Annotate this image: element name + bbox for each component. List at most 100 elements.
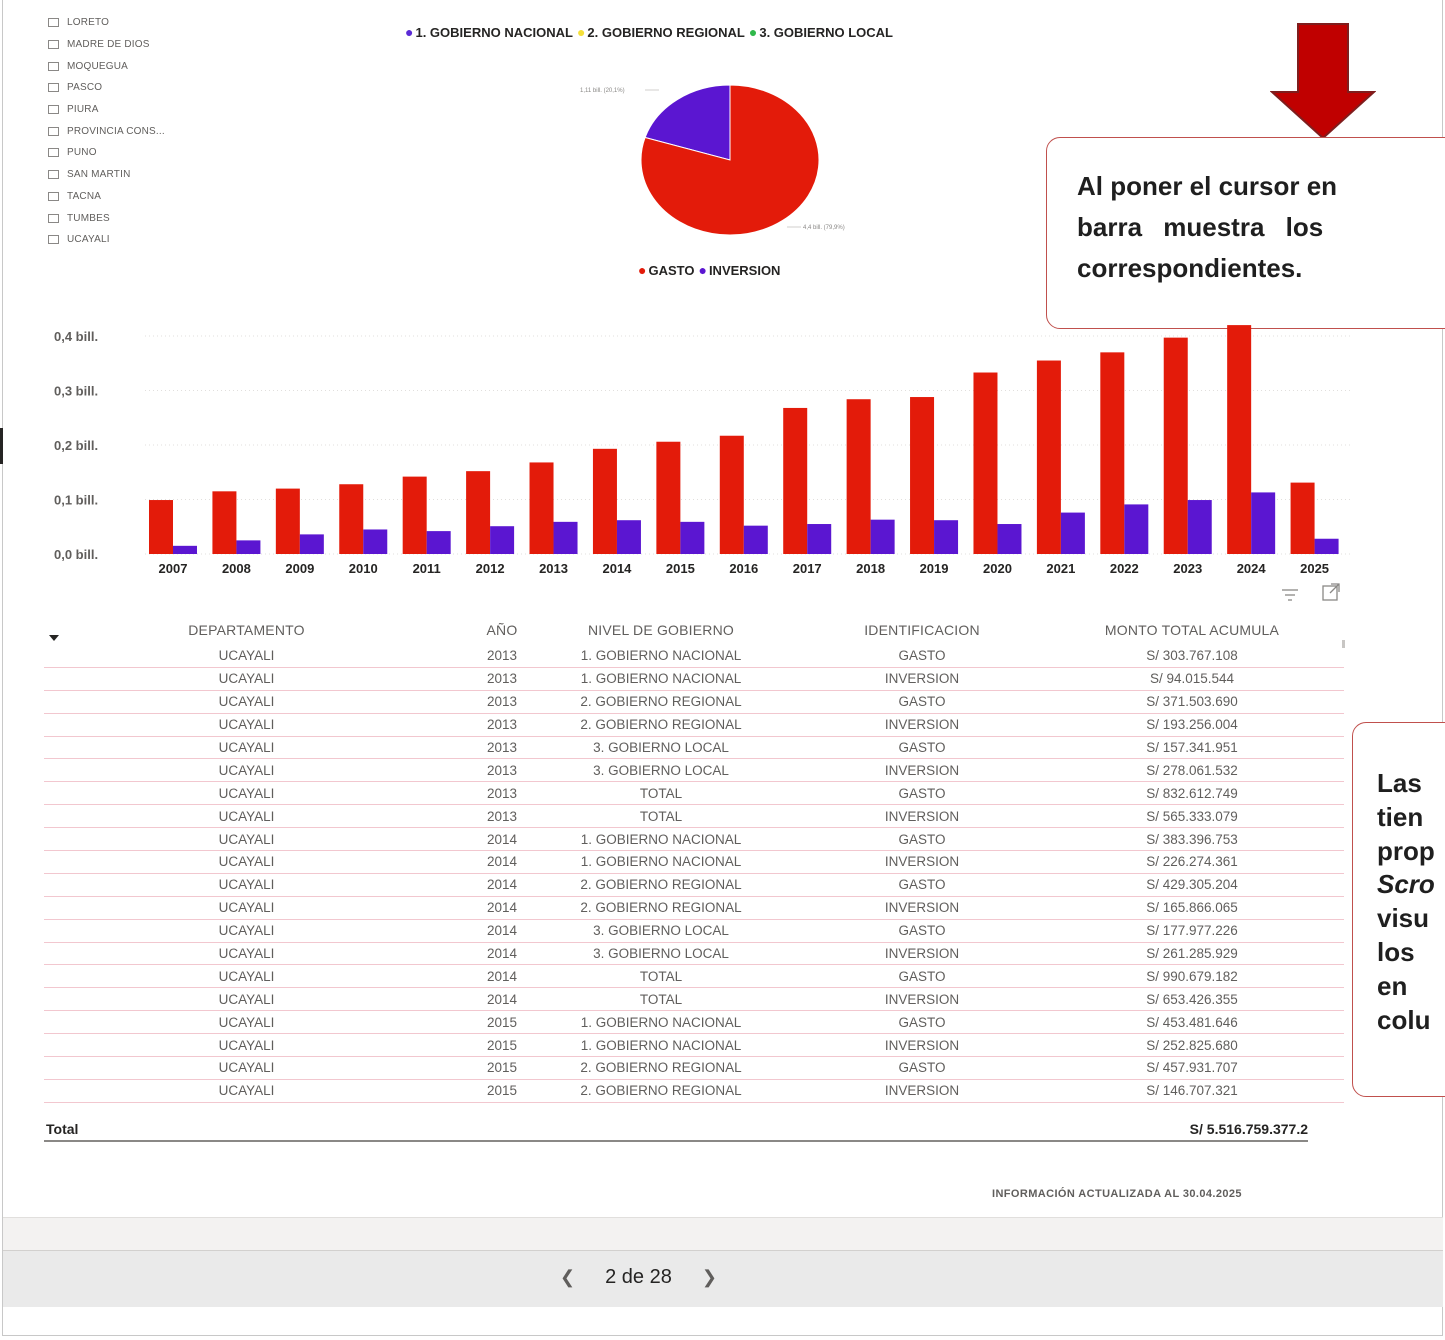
slicer-item[interactable]: TUMBES [48, 207, 248, 229]
bar-inversion[interactable] [236, 540, 261, 554]
bar-inversion[interactable] [1187, 500, 1212, 554]
slicer-item[interactable]: PROVINCIA CONS... [48, 120, 248, 142]
bar-gasto[interactable] [719, 435, 744, 554]
bar-inversion[interactable] [1251, 492, 1276, 554]
bar-inversion[interactable] [173, 545, 197, 554]
bar-inversion[interactable] [553, 521, 578, 554]
checkbox-icon[interactable] [48, 18, 59, 28]
table-row[interactable]: UCAYALI 2013 TOTAL INVERSION S/ 565.333.079 [44, 805, 1344, 829]
column-header[interactable]: AÑO [449, 622, 555, 638]
bar-gasto[interactable] [466, 471, 491, 554]
bar-inversion[interactable] [680, 521, 705, 554]
column-header[interactable]: NIVEL DE GOBIERNO [555, 622, 767, 638]
checkbox-icon[interactable] [48, 83, 59, 93]
checkbox-icon[interactable] [48, 213, 59, 223]
column-header[interactable]: DEPARTAMENTO [44, 622, 449, 638]
bar-gasto[interactable] [910, 397, 935, 554]
slicer-item[interactable]: SAN MARTIN [48, 164, 248, 186]
table-row[interactable]: UCAYALI 2015 1. GOBIERNO NACIONAL GASTO S/ 4… [44, 1011, 1344, 1035]
bar-gasto[interactable] [1036, 360, 1061, 554]
bar-chart[interactable]: 0,0 bill. 0,1 bill. 0,2 bill. 0,3 bill. 0,4 … [40, 318, 1360, 580]
checkbox-icon[interactable] [48, 126, 59, 136]
checkbox-icon[interactable] [48, 61, 59, 71]
department-slicer[interactable]: LORETO MADRE DE DIOS MOQUEGUA PASCO PIURA PRO… [48, 12, 248, 251]
legend-item[interactable]: 2. GOBIERNO REGIONAL [587, 25, 744, 40]
checkbox-icon[interactable] [48, 170, 59, 180]
bar-inversion[interactable] [807, 524, 832, 554]
bar-inversion[interactable] [1060, 512, 1085, 554]
bar-inversion[interactable] [426, 531, 451, 554]
checkbox-icon[interactable] [48, 191, 59, 201]
bar-inversion[interactable] [870, 519, 895, 554]
table-row[interactable]: UCAYALI 2013 3. GOBIERNO LOCAL GASTO S/ 157.… [44, 737, 1344, 760]
bar-gasto[interactable] [529, 462, 554, 554]
table-row[interactable]: UCAYALI 2014 2. GOBIERNO REGIONAL INVERSION… [44, 897, 1344, 920]
slicer-item[interactable]: UCAYALI [48, 229, 248, 251]
legend-item[interactable]: 3. GOBIERNO LOCAL [759, 25, 893, 40]
checkbox-icon[interactable] [48, 105, 59, 115]
bar-gasto[interactable] [1227, 325, 1252, 554]
chevron-right-icon[interactable]: ❯ [702, 1267, 717, 1288]
table-row[interactable]: UCAYALI 2014 TOTAL INVERSION S/ 653.426.355 [44, 988, 1344, 1012]
bar-inversion[interactable] [1314, 538, 1339, 554]
table-row[interactable]: UCAYALI 2014 3. GOBIERNO LOCAL GASTO S/ 177.… [44, 920, 1344, 943]
bar-gasto[interactable] [275, 488, 300, 554]
column-header[interactable]: MONTO TOTAL ACUMULA [1077, 622, 1307, 638]
bar-gasto[interactable] [402, 476, 427, 554]
slicer-item[interactable]: LORETO [48, 12, 248, 34]
bar-gasto[interactable] [973, 372, 998, 554]
bar-gasto[interactable] [1163, 337, 1188, 554]
bar-inversion[interactable] [743, 525, 768, 554]
bar-gasto[interactable] [656, 441, 681, 554]
slicer-item[interactable]: PUNO [48, 142, 248, 164]
checkbox-icon[interactable] [48, 40, 59, 50]
slicer-item[interactable]: MADRE DE DIOS [48, 34, 248, 56]
table-row[interactable]: UCAYALI 2013 2. GOBIERNO REGIONAL GASTO S/ 3… [44, 691, 1344, 714]
slicer-item[interactable]: PASCO [48, 77, 248, 99]
slicer-item[interactable]: MOQUEGUA [48, 55, 248, 77]
bar-inversion[interactable] [299, 534, 324, 554]
bar-inversion[interactable] [997, 524, 1022, 554]
slicer-item[interactable]: TACNA [48, 186, 248, 208]
bar-gasto[interactable] [212, 491, 237, 554]
column-header[interactable]: IDENTIFICACION [767, 622, 1077, 638]
table-row[interactable]: UCAYALI 2013 1. GOBIERNO NACIONAL INVERSION… [44, 668, 1344, 691]
table-scrollbar[interactable] [1342, 640, 1345, 648]
table-row[interactable]: UCAYALI 2013 2. GOBIERNO REGIONAL INVERSION… [44, 714, 1344, 737]
table-row[interactable]: UCAYALI 2015 2. GOBIERNO REGIONAL GASTO S/ 4… [44, 1057, 1344, 1080]
legend-item[interactable]: 1. GOBIERNO NACIONAL [415, 25, 572, 40]
bar-inversion[interactable] [363, 529, 388, 554]
table-row[interactable]: UCAYALI 2015 2. GOBIERNO REGIONAL INVERSION… [44, 1080, 1344, 1103]
legend-item[interactable]: INVERSION [709, 263, 781, 278]
table-row[interactable]: UCAYALI 2014 3. GOBIERNO LOCAL INVERSION S/ … [44, 943, 1344, 966]
bar-gasto[interactable] [339, 484, 364, 554]
bar-inversion[interactable] [616, 520, 641, 554]
bar-gasto[interactable] [149, 500, 173, 554]
table-row[interactable]: UCAYALI 2013 TOTAL GASTO S/ 832.612.749 [44, 782, 1344, 806]
bar-inversion[interactable] [1124, 504, 1149, 554]
legend-item[interactable]: GASTO [648, 263, 694, 278]
bar-gasto[interactable] [1100, 352, 1125, 554]
checkbox-icon[interactable] [48, 148, 59, 158]
table-row[interactable]: UCAYALI 2013 1. GOBIERNO NACIONAL GASTO S/ 3… [44, 645, 1344, 668]
table-row[interactable]: UCAYALI 2014 1. GOBIERNO NACIONAL INVERSION… [44, 851, 1344, 874]
bar-inversion[interactable] [934, 520, 959, 554]
slicer-item[interactable]: PIURA [48, 99, 248, 121]
bar-gasto[interactable] [846, 399, 871, 554]
sort-desc-icon[interactable] [48, 634, 60, 645]
table-row[interactable]: UCAYALI 2014 2. GOBIERNO REGIONAL GASTO S/ 4… [44, 874, 1344, 897]
filter-icon[interactable] [1280, 586, 1305, 606]
chevron-left-icon[interactable]: ❮ [560, 1267, 575, 1288]
table-row[interactable]: UCAYALI 2015 1. GOBIERNO NACIONAL INVERSION… [44, 1034, 1344, 1058]
data-table[interactable]: DEPARTAMENTO AÑO NIVEL DE GOBIERNO IDENTIFI… [44, 615, 1344, 1103]
pie-chart[interactable]: 1,11 bill. (20,1%) 4,4 bill. (79,9%) [575, 75, 895, 250]
table-row[interactable]: UCAYALI 2014 TOTAL GASTO S/ 990.679.182 [44, 965, 1344, 989]
bar-inversion[interactable] [490, 526, 515, 554]
bar-gasto[interactable] [1290, 482, 1315, 554]
bar-gasto[interactable] [783, 407, 808, 554]
table-row[interactable]: UCAYALI 2013 3. GOBIERNO LOCAL INVERSION S/ … [44, 759, 1344, 783]
focus-mode-icon[interactable] [1321, 583, 1341, 606]
bar-gasto[interactable] [592, 448, 617, 554]
table-row[interactable]: UCAYALI 2014 1. GOBIERNO NACIONAL GASTO S/ 3… [44, 828, 1344, 852]
checkbox-icon[interactable] [48, 235, 59, 245]
